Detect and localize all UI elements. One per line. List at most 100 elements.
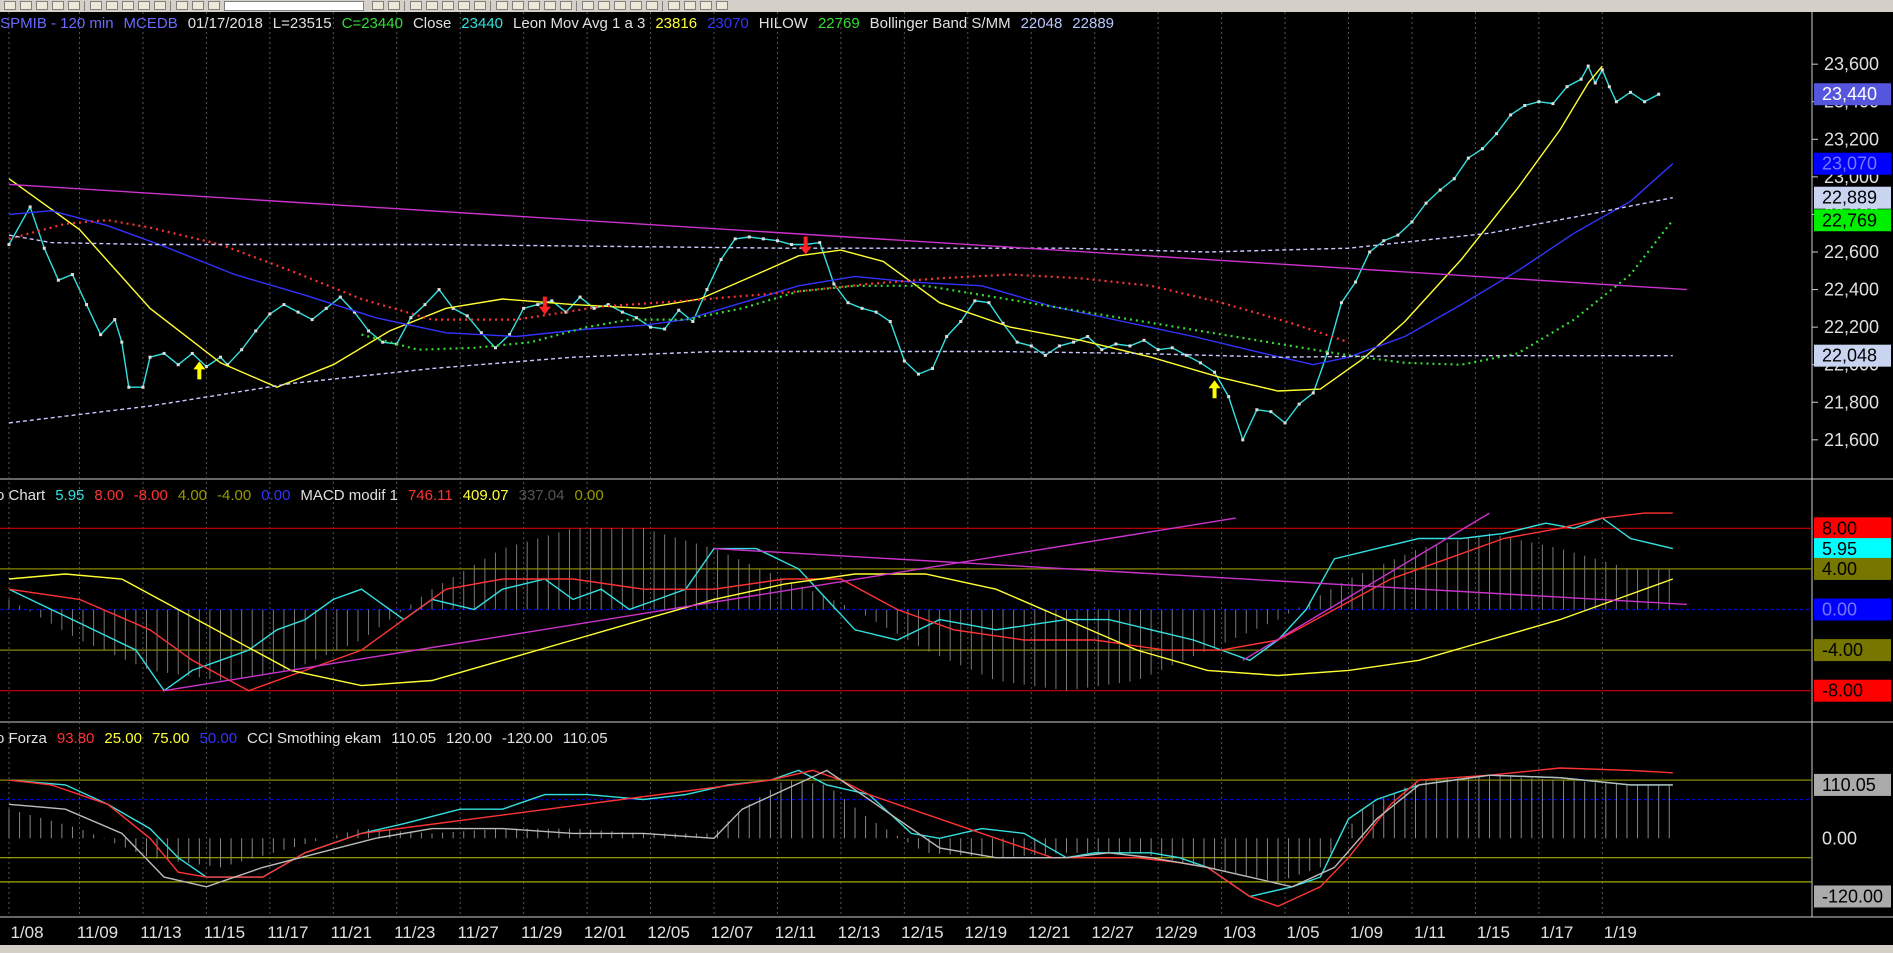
close-point-marker [1629, 90, 1632, 94]
toolbar-button-icon[interactable] [582, 1, 594, 10]
value-tick-label: 21,600 [1824, 430, 1879, 450]
price-panel-header-item: Leon Mov Avg 1 a 3 [513, 15, 645, 32]
price-panel-header-item: L=23515 [273, 15, 332, 32]
price-panel-header: :SPMIB - 120 min MCEDB 01/17/2018 L=23515 C=… [0, 15, 1114, 32]
status-bar [0, 945, 1893, 953]
close-point-marker [127, 385, 131, 389]
close-point-marker [28, 205, 32, 209]
toolbar-button-icon[interactable] [560, 1, 572, 10]
toolbar-button-icon[interactable] [646, 1, 658, 10]
close-point-marker [7, 242, 11, 246]
toolbar-button-icon[interactable] [716, 1, 728, 10]
toolbar-button-icon[interactable] [426, 1, 438, 10]
toolbar-button-icon[interactable] [52, 1, 64, 10]
close-point-marker [310, 318, 314, 322]
price-panel-header-item: 01/17/2018 [188, 15, 263, 32]
price-tag-label: 5.95 [1822, 539, 1857, 559]
close-point-marker [296, 310, 300, 314]
close-point-marker [409, 316, 413, 320]
close-point-marker [1057, 344, 1061, 348]
close-point-marker [423, 303, 427, 307]
date-tick-label: 1/03 [1223, 923, 1256, 942]
toolbar-button-icon[interactable] [68, 1, 80, 10]
toolbar-button-icon[interactable] [474, 1, 486, 10]
toolbar-button-icon[interactable] [684, 1, 696, 10]
toolbar-button-icon[interactable] [154, 1, 166, 10]
close-point-marker [1227, 395, 1231, 399]
toolbar-button-icon[interactable] [138, 1, 150, 10]
price-tag-label: 22,048 [1822, 346, 1877, 366]
toolbar-symbol-field[interactable] [224, 1, 364, 11]
close-point-marker [204, 365, 208, 369]
close-point-marker [1396, 233, 1400, 237]
toolbar-button-icon[interactable] [176, 1, 188, 10]
close-point-marker [747, 235, 751, 239]
toolbar-button-icon[interactable] [528, 1, 540, 10]
close-point-marker [1114, 342, 1118, 346]
toolbar-button-icon[interactable] [4, 1, 16, 10]
toolbar-button-icon[interactable] [512, 1, 524, 10]
close-point-marker [620, 310, 624, 314]
toolbar-button-icon[interactable] [668, 1, 680, 10]
close-point-marker [536, 303, 540, 307]
close-point-marker [649, 325, 653, 329]
toolbar-button-icon[interactable] [36, 1, 48, 10]
price-panel-header-item: MCEDB [124, 15, 178, 32]
close-point-marker [1339, 301, 1343, 305]
toolbar-separator [404, 1, 405, 11]
price-panel-header-item: Bollinger Band S/MM [870, 15, 1011, 32]
close-point-marker [1072, 340, 1076, 344]
toolbar-button-icon[interactable] [598, 1, 610, 10]
toolbar-button-icon[interactable] [410, 1, 422, 10]
close-point-marker [324, 306, 328, 310]
toolbar-button-icon[interactable] [630, 1, 642, 10]
toolbar-button-icon[interactable] [388, 1, 400, 10]
close-point-marker [381, 340, 385, 344]
date-tick-label: 1/11 [1414, 923, 1446, 942]
close-point-marker [1565, 85, 1569, 89]
close-point-marker [1269, 410, 1273, 414]
toolbar-button-icon[interactable] [208, 1, 220, 10]
close-point-marker [70, 273, 74, 277]
price-tag-label: -8.00 [1822, 681, 1863, 701]
close-point-marker [733, 237, 737, 241]
price-panel-header-item: 23816 [655, 15, 697, 32]
chart-canvas[interactable]: 1/08 11/09 11/13 11/15 11/17 11/21 11/23 11/27 1… [0, 12, 1893, 945]
toolbar-button-icon[interactable] [614, 1, 626, 10]
price-tag-label: 23,440 [1822, 84, 1877, 104]
cci-panel-header-item: o Forza [0, 730, 48, 747]
cci-panel-header-item: 120.00 [446, 730, 492, 747]
price-panel-header-item: HILOW [759, 15, 809, 32]
macd-panel-header-item: -8.00 [134, 487, 168, 504]
close-point-marker [338, 295, 342, 299]
close-point-marker [85, 303, 89, 307]
toolbar-button-icon[interactable] [544, 1, 556, 10]
macd-panel-header-item: 5.95 [55, 487, 84, 504]
date-tick-label: 12/05 [647, 923, 690, 942]
toolbar-button-icon[interactable] [700, 1, 712, 10]
value-tick-label: 23,200 [1824, 129, 1879, 149]
date-tick-label: 12/07 [711, 923, 754, 942]
close-point-marker [113, 318, 117, 322]
close-point-marker [282, 303, 286, 307]
toolbar-button-icon[interactable] [122, 1, 134, 10]
price-tag-label: 0.00 [1822, 828, 1857, 848]
close-point-marker [479, 331, 483, 335]
toolbar-button-icon[interactable] [372, 1, 384, 10]
macd-panel-header-item: 409.07 [463, 487, 509, 504]
close-point-marker [1368, 250, 1372, 254]
close-point-marker [1537, 100, 1541, 104]
toolbar-button-icon[interactable] [106, 1, 118, 10]
toolbar-button-icon[interactable] [458, 1, 470, 10]
toolbar-button-icon[interactable] [192, 1, 204, 10]
cci-panel-header-item: CCI Smothing ekam [247, 730, 381, 747]
close-point-marker [1086, 335, 1090, 339]
toolbar-button-icon[interactable] [496, 1, 508, 10]
toolbar-button-icon[interactable] [442, 1, 454, 10]
toolbar-button-icon[interactable] [20, 1, 32, 10]
price-panel-header-item: :SPMIB - 120 min [0, 15, 114, 32]
close-point-marker [176, 363, 180, 367]
date-tick-label: 12/21 [1028, 923, 1071, 942]
close-point-marker [1438, 188, 1442, 192]
toolbar-button-icon[interactable] [90, 1, 102, 10]
